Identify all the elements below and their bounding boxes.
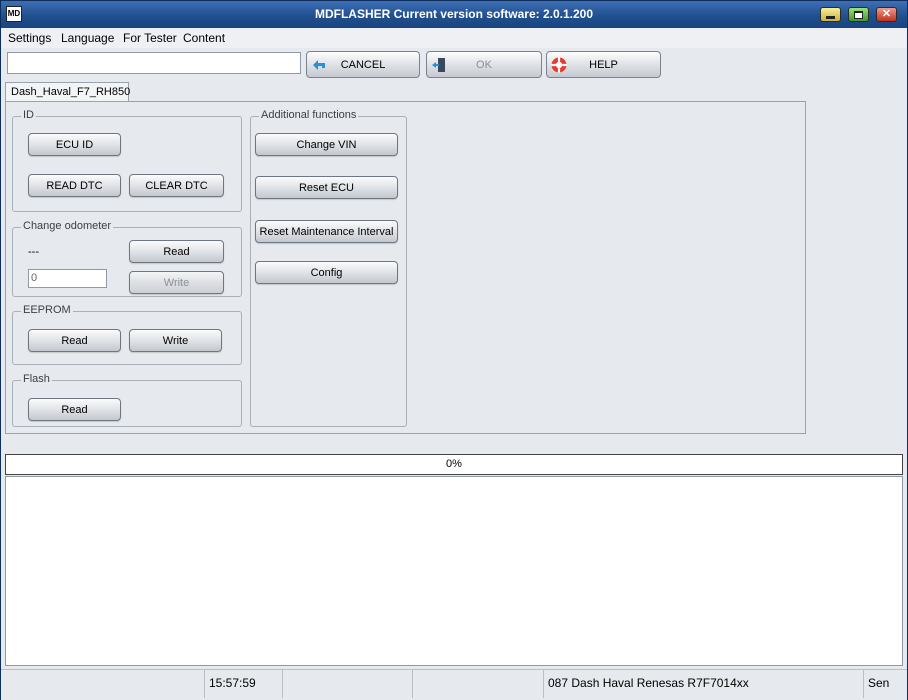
odometer-read-label: Read [163, 246, 190, 258]
ok-label: OK [476, 59, 492, 71]
read-dtc-button[interactable]: READ DTC [28, 174, 121, 197]
config-label: Config [310, 267, 343, 279]
tab-label: Dash_Haval_F7_RH850 [11, 86, 131, 98]
menu-bar: Settings Language For Tester Content [1, 28, 907, 48]
group-odometer-title: Change odometer [21, 220, 114, 232]
cancel-button[interactable]: CANCEL [306, 51, 420, 78]
app-window: MD MDFLASHER Current version software: 2… [0, 0, 908, 700]
ok-button[interactable]: OK [426, 51, 542, 78]
tab-panel: ID ECU ID READ DTC CLEAR DTC Change odom… [5, 101, 806, 434]
status-extra-cell: Sen [863, 670, 908, 698]
maximize-button[interactable] [848, 7, 869, 22]
group-id: ID ECU ID READ DTC CLEAR DTC [12, 109, 242, 212]
group-additional-title: Additional functions [259, 109, 359, 121]
reset-ecu-label: Reset ECU [298, 182, 355, 194]
group-flash-title: Flash [21, 373, 52, 385]
progress-bar: 0% [5, 454, 903, 475]
change-vin-label: Change VIN [296, 139, 357, 151]
eeprom-read-button[interactable]: Read [28, 329, 121, 352]
ecu-id-label: ECU ID [55, 139, 94, 151]
odometer-value: --- [28, 246, 39, 258]
status-empty-cell-2 [412, 670, 544, 698]
odometer-read-button[interactable]: Read [129, 240, 224, 263]
menu-for-tester[interactable]: For Tester [123, 31, 177, 45]
config-button[interactable]: Config [255, 261, 398, 284]
command-input[interactable] [7, 52, 301, 74]
odometer-write-label: Write [163, 277, 190, 289]
clear-dtc-button[interactable]: CLEAR DTC [129, 174, 224, 197]
reset-maintenance-label: Reset Maintenance Interval [259, 226, 394, 238]
status-bar: 15:57:59 087 Dash Haval Renesas R7F7014x… [1, 669, 907, 700]
group-eeprom: EEPROM Read Write [12, 304, 242, 365]
title-bar: MD MDFLASHER Current version software: 2… [1, 1, 907, 28]
status-device-cell: 087 Dash Haval Renesas R7F7014xx [543, 670, 864, 698]
window-title: MDFLASHER Current version software: 2.0.… [314, 7, 594, 21]
change-vin-button[interactable]: Change VIN [255, 133, 398, 156]
read-dtc-label: READ DTC [46, 180, 103, 192]
close-button[interactable]: ✕ [876, 7, 897, 22]
group-id-title: ID [21, 109, 36, 121]
menu-settings[interactable]: Settings [8, 31, 51, 45]
group-eeprom-title: EEPROM [21, 304, 73, 316]
group-additional-functions: Additional functions Change VIN Reset EC… [250, 109, 407, 427]
eeprom-write-label: Write [162, 335, 189, 347]
log-output[interactable] [5, 476, 903, 666]
help-label: HELP [589, 59, 618, 71]
status-time-cell: 15:57:59 [204, 670, 283, 698]
flash-read-button[interactable]: Read [28, 398, 121, 421]
flash-read-label: Read [61, 404, 88, 416]
menu-content[interactable]: Content [183, 31, 225, 45]
ecu-id-button[interactable]: ECU ID [28, 133, 121, 156]
odometer-input[interactable]: 0 [28, 269, 107, 288]
minimize-button[interactable] [820, 7, 841, 22]
reset-ecu-button[interactable]: Reset ECU [255, 176, 398, 199]
status-device: 087 Dash Haval Renesas R7F7014xx [548, 676, 749, 690]
status-time: 15:57:59 [209, 676, 256, 690]
clear-dtc-label: CLEAR DTC [145, 180, 208, 192]
tab-dash-haval[interactable]: Dash_Haval_F7_RH850 [5, 82, 131, 102]
group-odometer: Change odometer --- Read 0 Write [12, 220, 242, 297]
cancel-label: CANCEL [340, 59, 386, 71]
odometer-write-button[interactable]: Write [129, 271, 224, 294]
menu-language[interactable]: Language [61, 31, 114, 45]
progress-text: 0% [446, 458, 462, 470]
close-icon: ✕ [881, 8, 892, 20]
eeprom-read-label: Read [61, 335, 88, 347]
group-flash: Flash Read [12, 373, 242, 427]
reset-maintenance-button[interactable]: Reset Maintenance Interval [255, 220, 398, 243]
status-empty-cell [282, 670, 413, 698]
help-button[interactable]: HELP [546, 51, 661, 78]
eeprom-write-button[interactable]: Write [129, 329, 222, 352]
status-extra: Sen [868, 676, 890, 690]
